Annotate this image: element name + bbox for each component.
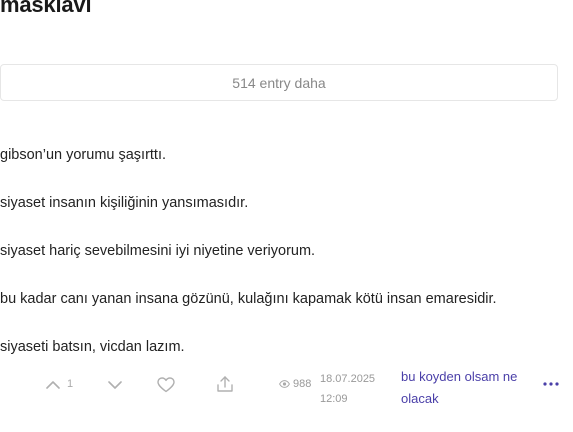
entry-content: gibson’un yorumu şaşırttı. siyaset insan… xyxy=(0,145,560,385)
entry-paragraph: siyaset hariç sevebilmesini iyi niyetine… xyxy=(0,243,316,259)
more-options-button[interactable] xyxy=(541,378,561,390)
chevron-up-icon xyxy=(46,381,60,389)
heart-icon xyxy=(157,377,175,393)
upvote-count: 1 xyxy=(67,378,74,390)
upvote-button[interactable] xyxy=(44,376,62,394)
topic-title[interactable]: masklavi xyxy=(0,0,92,18)
entry-footer: 1 988 18.07.2025 12:09 bu koyden olsam n… xyxy=(0,366,573,410)
eye-icon xyxy=(279,380,290,388)
share-button[interactable] xyxy=(215,374,235,394)
more-entries-button[interactable]: 514 entry daha xyxy=(0,64,558,101)
entry-paragraph: siyaset insanın kişiliğinin yansımasıdır… xyxy=(0,195,249,211)
view-count: 988 xyxy=(279,378,311,390)
downvote-button[interactable] xyxy=(106,376,124,394)
chevron-down-icon xyxy=(108,381,122,389)
entry-paragraph: bu kadar canı yanan insana gözünü, kulağ… xyxy=(0,291,497,307)
author-link[interactable]: bu koyden olsam ne olacak xyxy=(401,366,531,410)
entry-date[interactable]: 18.07.2025 12:09 xyxy=(320,369,375,409)
share-icon xyxy=(217,376,233,392)
more-dots-icon xyxy=(543,382,559,386)
view-count-value: 988 xyxy=(293,378,312,390)
entry-paragraph: siyaseti batsın, vicdan lazım. xyxy=(0,339,185,355)
entry-page: masklavi 514 entry daha gibson’un yorumu… xyxy=(0,0,573,432)
favorite-button[interactable] xyxy=(156,375,176,395)
entry-paragraph: gibson’un yorumu şaşırttı. xyxy=(0,147,167,163)
entry-date-time: 12:09 xyxy=(320,393,348,405)
entry-date-day: 18.07.2025 xyxy=(320,373,376,385)
